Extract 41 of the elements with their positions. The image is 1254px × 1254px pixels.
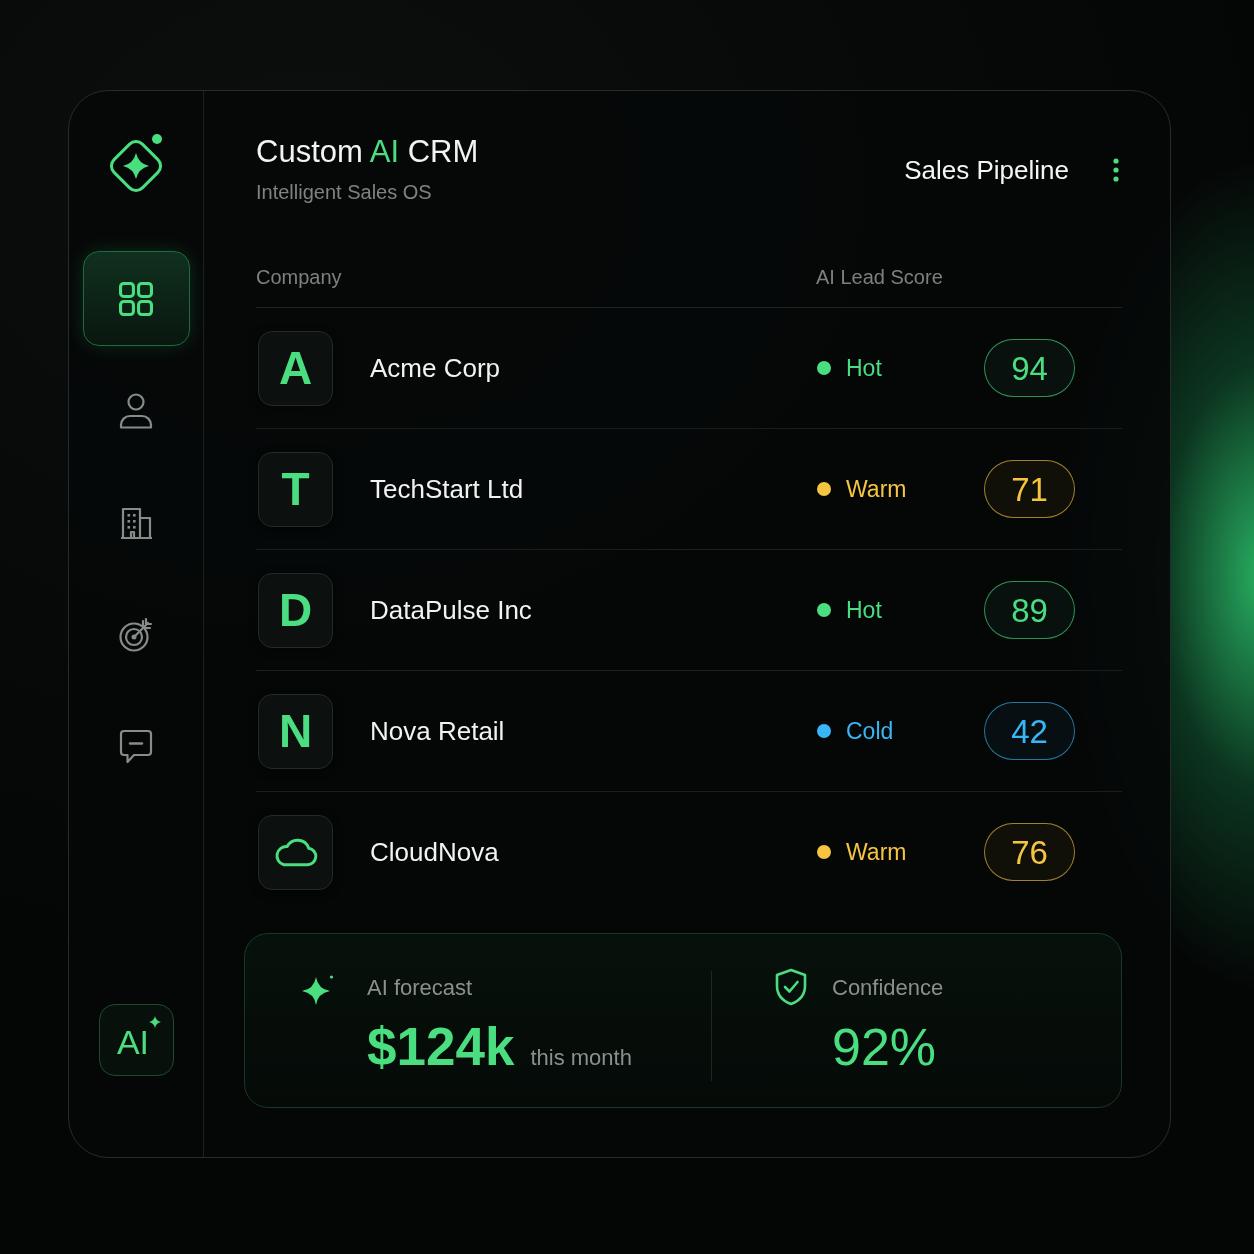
forecast-value: $124k [367, 1017, 515, 1077]
user-icon [119, 392, 153, 429]
score-pill: 94 [984, 339, 1075, 397]
lead-status: Hot [846, 354, 882, 383]
lead-status: Hot [846, 596, 882, 625]
app-title: Custom AI CRM [256, 133, 479, 171]
confidence-value: 92% [832, 1017, 938, 1077]
score-pill: 89 [984, 581, 1075, 639]
sparkle-icon [148, 1016, 161, 1028]
chat-icon [119, 729, 153, 764]
company-name: Acme Corp [370, 352, 501, 384]
confidence-label: Confidence [832, 974, 944, 1002]
score-pill: 71 [984, 460, 1075, 518]
target-icon [119, 617, 153, 652]
logo-letter: A [278, 345, 313, 391]
logo-letter: N [278, 708, 313, 754]
company-name: CloudNova [370, 836, 499, 868]
shield-check-icon [774, 968, 808, 1006]
view-title: Sales Pipeline [904, 154, 1069, 186]
app-subtitle: Intelligent Sales OS [256, 180, 433, 205]
logo-letter: T [281, 466, 310, 512]
building-icon [119, 506, 153, 539]
score-pill: 76 [984, 823, 1075, 881]
ai-assistant-button[interactable]: AI [98, 1004, 174, 1076]
company-name: DataPulse Inc [370, 594, 532, 626]
company-name: Nova Retail [370, 715, 505, 747]
company-name: TechStart Ltd [370, 473, 524, 505]
forecast-period: this month [530, 1044, 632, 1072]
more-options-icon[interactable] [1113, 158, 1119, 182]
column-header: AI Lead Score [816, 265, 943, 290]
forecast-label: AI forecast [367, 974, 474, 1002]
score-pill: 42 [984, 702, 1075, 760]
lead-status: Cold [846, 717, 894, 746]
logo-icon [109, 134, 163, 193]
nav-button[interactable] [82, 251, 190, 346]
sparkle-icon [302, 975, 334, 1005]
grid-icon [119, 281, 153, 316]
lead-status: Warm [846, 475, 907, 504]
logo-letter: D [278, 587, 313, 633]
column-header: Company [256, 265, 343, 290]
lead-status: Warm [846, 838, 907, 867]
